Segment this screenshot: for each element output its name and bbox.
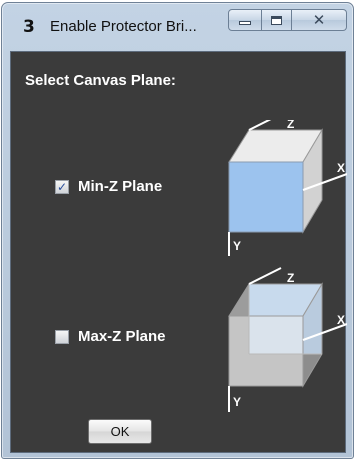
close-button[interactable]: ✕: [292, 9, 347, 31]
min-z-plane-option[interactable]: ✓ Min-Z Plane: [55, 178, 162, 195]
min-z-plane-checkbox[interactable]: ✓: [55, 179, 69, 194]
checkmark-icon: ✓: [56, 179, 68, 194]
max-z-plane-checkbox[interactable]: [55, 329, 69, 344]
x-axis-label: X: [337, 313, 345, 327]
dialog-heading: Select Canvas Plane:: [25, 72, 176, 89]
z-axis-line: [248, 120, 272, 131]
min-z-plane-label: Min-Z Plane: [78, 178, 163, 195]
window-title: Enable Protector Bri...: [50, 18, 197, 35]
min-z-plane-cube-diagram: Z X Y: [228, 120, 347, 256]
title-bar[interactable]: 3 Enable Protector Bri... ✕: [2, 3, 353, 51]
maximize-button[interactable]: [262, 9, 292, 31]
x-axis-label: X: [337, 161, 345, 175]
minimize-button[interactable]: [228, 9, 262, 31]
max-z-plane-option[interactable]: Max-Z Plane: [55, 328, 166, 345]
z-axis-line: [248, 267, 282, 285]
app-icon: 3: [23, 17, 35, 37]
min-z-highlighted-plane: [228, 161, 304, 233]
close-icon: ✕: [312, 10, 326, 29]
dialog-content: Select Canvas Plane: ✓ Min-Z Plane Z X Y…: [10, 51, 347, 453]
ok-button[interactable]: OK: [88, 419, 152, 444]
cube-front-face: [228, 315, 304, 387]
z-axis-label: Z: [287, 271, 294, 285]
z-axis-label: Z: [287, 120, 294, 131]
max-z-plane-cube-diagram: Z X Y: [228, 267, 347, 412]
minimize-icon: [239, 21, 251, 25]
dialog-window: 3 Enable Protector Bri... ✕ Select Canva…: [1, 2, 354, 459]
maximize-icon: [271, 15, 282, 25]
max-z-plane-label: Max-Z Plane: [78, 328, 166, 345]
y-axis-label: Y: [233, 239, 241, 253]
y-axis-label: Y: [233, 395, 241, 409]
